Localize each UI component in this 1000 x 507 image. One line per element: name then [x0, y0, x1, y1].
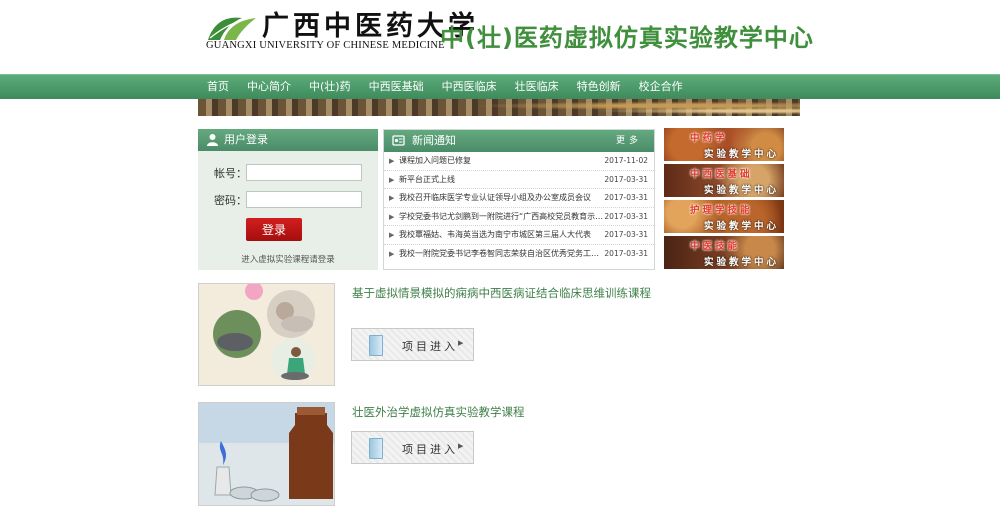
news-item[interactable]: ▶ 学校党委书记尤剑鹏到一附院进行“广西高校党员教育示范… 2017-03-31	[384, 208, 654, 227]
news-icon	[392, 135, 405, 146]
news-item-date: 2017-03-31	[604, 193, 648, 203]
scroll-indicator-icon[interactable]: ︿	[976, 499, 992, 507]
news-panel-title: 新闻通知	[412, 134, 456, 147]
news-item-title: 课程加入问题已修复	[399, 156, 471, 165]
news-item-date: 2017-03-31	[604, 174, 648, 184]
side-banner-subtitle: 实验教学中心	[704, 149, 780, 160]
side-banner-subtitle: 实验教学中心	[704, 257, 780, 268]
course-enter-label: 项目进入	[402, 443, 458, 456]
side-banner-tcm-skills[interactable]: 中医技能 实验教学中心	[664, 236, 784, 269]
course-title-link[interactable]: 壮医外治学虚拟仿真实验教学课程	[352, 404, 525, 420]
arrow-icon: ▶	[389, 194, 395, 203]
login-panel-title: 用户登录	[224, 133, 268, 146]
password-label: 密码：	[214, 194, 247, 207]
login-button[interactable]: 登录	[246, 218, 302, 241]
side-banner-title: 中医技能	[690, 241, 741, 252]
university-name-en: GUANGXI UNIVERSITY OF CHINESE MEDICINE	[206, 40, 445, 51]
news-panel: 新闻通知 更多 ▶ 课程加入问题已修复 2017-11-02 ▶ 新平台正式上线 201…	[383, 129, 655, 270]
nav-item-about[interactable]: 中心简介	[238, 75, 300, 99]
course-enter-label: 项目进入	[402, 340, 458, 353]
news-item[interactable]: ▶ 新平台正式上线 2017-03-31	[384, 171, 654, 190]
news-item-title: 我校覃福姑、韦海英当选为南宁市城区第三届人大代表	[399, 230, 591, 240]
side-banner-title: 中药学	[690, 133, 728, 144]
news-item-date: 2017-03-31	[604, 211, 648, 221]
banner-image	[198, 99, 800, 116]
arrow-icon: ▶	[389, 231, 395, 240]
nav-item-zhuang-clinical[interactable]: 壮医临床	[506, 75, 568, 99]
main-nav: 首页 中心简介 中(壮)药 中西医基础 中西医临床 壮医临床 特色创新 校企合作	[0, 74, 1000, 99]
nav-item-basics[interactable]: 中西医基础	[360, 75, 433, 99]
news-item[interactable]: ▶ 我校一附院党委书记李卷智同志荣获自治区优秀党务工作者 2017-03-31	[384, 245, 654, 264]
course-title-link[interactable]: 基于虚拟情景模拟的痫病中西医病证结合临床思维训练课程	[352, 285, 651, 301]
news-panel-header: 新闻通知 更多	[384, 130, 654, 152]
course-thumbnail[interactable]	[198, 402, 335, 506]
side-banner-basics[interactable]: 中西医基础 实验教学中心	[664, 164, 784, 197]
account-label: 帐号：	[214, 167, 247, 180]
book-icon	[369, 335, 383, 356]
course-enter-button[interactable]: 项目进入 ▶	[351, 328, 474, 361]
arrow-icon: ▶	[389, 157, 395, 165]
nav-item-clinical[interactable]: 中西医临床	[433, 75, 506, 99]
course-thumbnail[interactable]	[198, 283, 335, 386]
side-banner-subtitle: 实验教学中心	[704, 185, 780, 196]
nav-item-innovation[interactable]: 特色创新	[568, 75, 630, 99]
side-banner-nursing[interactable]: 护理学技能 实验教学中心	[664, 200, 784, 233]
arrow-right-icon: ▶	[458, 442, 464, 450]
login-panel-header: 用户登录	[198, 129, 378, 151]
news-item-title: 我校一附院党委书记李卷智同志荣获自治区优秀党务工作者	[399, 248, 604, 258]
user-icon	[207, 134, 218, 146]
nav-item-home[interactable]: 首页	[198, 75, 238, 99]
side-banner-subtitle: 实验教学中心	[704, 221, 780, 232]
news-item-date: 2017-03-31	[604, 248, 648, 258]
account-input[interactable]	[246, 164, 362, 181]
course-illustration	[199, 284, 334, 385]
arrow-icon: ▶	[389, 249, 395, 258]
book-icon	[369, 438, 383, 459]
news-more-link[interactable]: 更多	[616, 130, 642, 152]
course-illustration	[199, 403, 334, 505]
news-list: ▶ 课程加入问题已修复 2017-11-02 ▶ 新平台正式上线 2017-03-31 …	[384, 152, 654, 264]
site-title: 中(壮)医药虚拟仿真实验教学中心	[440, 24, 814, 52]
arrow-icon: ▶	[389, 175, 395, 184]
news-item-date: 2017-11-02	[604, 156, 648, 165]
arrow-icon: ▶	[389, 212, 395, 221]
news-item[interactable]: ▶ 课程加入问题已修复 2017-11-02	[384, 152, 654, 171]
login-panel: 用户登录 帐号： 密码： 登录 进入虚拟实验课程请登录	[198, 129, 378, 270]
news-item[interactable]: ▶ 我校召开临床医学专业认证领导小组及办公室成员会议 2017-03-31	[384, 189, 654, 208]
news-item-title: 我校召开临床医学专业认证领导小组及办公室成员会议	[399, 193, 591, 203]
side-banner-title: 中西医基础	[690, 169, 753, 180]
news-item-date: 2017-03-31	[604, 230, 648, 240]
leaf-logo-icon	[208, 17, 256, 40]
side-banner-pharmacy[interactable]: 中药学 实验教学中心	[664, 128, 784, 161]
nav-item-zhuang-medicine[interactable]: 中(壮)药	[300, 75, 360, 99]
nav-item-cooperation[interactable]: 校企合作	[630, 75, 692, 99]
course-enter-button[interactable]: 项目进入 ▶	[351, 431, 474, 464]
site-header: 广西中医药大学 GUANGXI UNIVERSITY OF CHINESE ME…	[0, 0, 1000, 74]
news-item-title: 新平台正式上线	[399, 174, 455, 184]
news-item[interactable]: ▶ 我校覃福姑、韦海英当选为南宁市城区第三届人大代表 2017-03-31	[384, 226, 654, 245]
password-input[interactable]	[246, 191, 362, 208]
side-banner-title: 护理学技能	[690, 205, 753, 216]
login-hint: 进入虚拟实验课程请登录	[241, 255, 335, 265]
page: 广西中医药大学 GUANGXI UNIVERSITY OF CHINESE ME…	[0, 0, 1000, 507]
news-item-title: 学校党委书记尤剑鹏到一附院进行“广西高校党员教育示范…	[399, 211, 604, 221]
arrow-right-icon: ▶	[458, 339, 464, 347]
